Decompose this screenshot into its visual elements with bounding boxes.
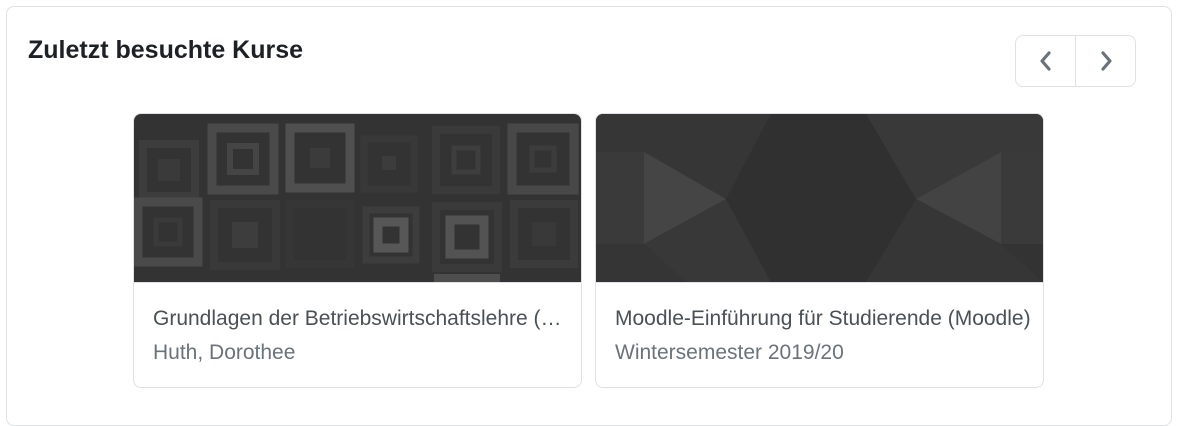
course-title[interactable]: Grundlagen der Betriebswirtschaftslehre … (153, 305, 574, 333)
chevron-left-icon (1039, 51, 1051, 71)
course-card[interactable]: Grundlagen der Betriebswirtschaftslehre … (133, 113, 582, 388)
course-instructor: Huth, Dorothee (153, 341, 296, 364)
next-button[interactable] (1075, 36, 1135, 86)
chevron-right-icon (1100, 51, 1112, 71)
course-term: Wintersemester 2019/20 (615, 341, 844, 364)
course-card-body: Grundlagen der Betriebswirtschaftslehre … (134, 282, 581, 387)
recent-courses-block: Zuletzt besuchte Kurse Grundlagen der Be… (6, 6, 1172, 426)
carousel-navigation (1015, 35, 1136, 87)
course-image[interactable] (596, 114, 1043, 282)
previous-button[interactable] (1016, 36, 1075, 86)
course-image[interactable] (134, 114, 581, 282)
course-card-body: Moodle-Einführung für Studierende (Moodl… (596, 282, 1043, 387)
course-title[interactable]: Moodle-Einführung für Studierende (Moodl… (615, 305, 1036, 333)
block-title: Zuletzt besuchte Kurse (28, 36, 304, 64)
course-card[interactable]: Moodle-Einführung für Studierende (Moodl… (595, 113, 1044, 388)
